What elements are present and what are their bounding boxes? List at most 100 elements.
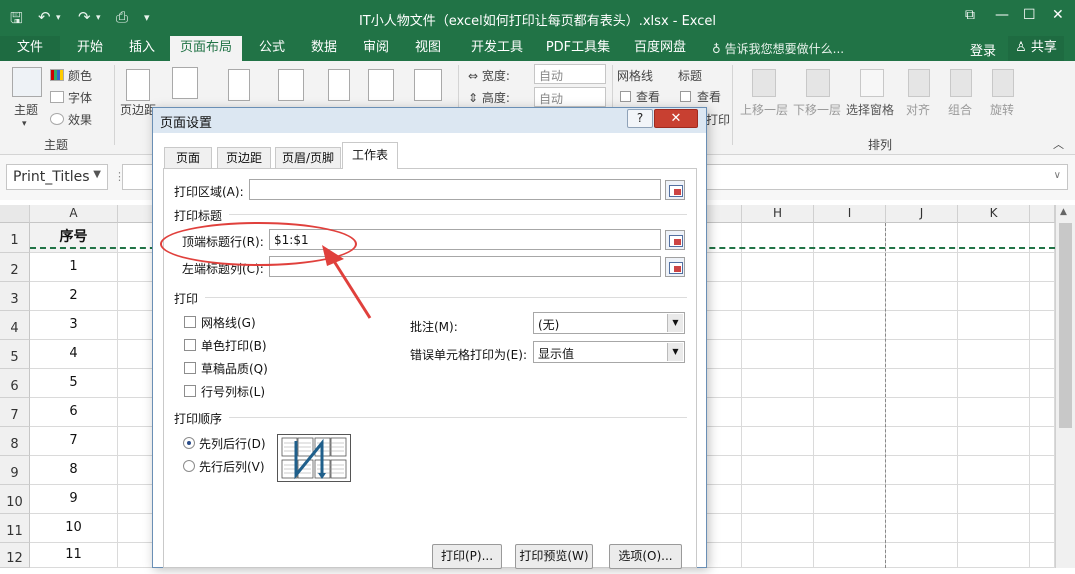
table-cell[interactable] [958, 311, 1030, 340]
share-button[interactable]: ♙ 共享 [1008, 36, 1064, 61]
selection-pane-button[interactable]: 选择窗格 [846, 101, 894, 118]
tab-view[interactable]: 视图 [406, 36, 450, 61]
row-header[interactable]: 8 [0, 427, 30, 456]
table-cell[interactable] [886, 369, 958, 398]
print-preview-button[interactable]: 打印预览(W) [515, 544, 593, 569]
collapse-ribbon-icon[interactable]: ︿ [1053, 136, 1064, 152]
row-header[interactable]: 11 [0, 514, 30, 543]
table-cell[interactable] [958, 543, 1030, 568]
themes-dropdown-icon[interactable]: ▾ [22, 119, 27, 129]
table-cell[interactable] [706, 456, 742, 485]
scroll-up-icon[interactable]: ▲ [1060, 207, 1067, 217]
table-cell[interactable] [706, 311, 742, 340]
print-area-input[interactable] [249, 179, 661, 200]
table-cell[interactable]: 5 [30, 369, 118, 398]
column-header-k[interactable]: K [958, 205, 1030, 223]
row-col-headings-checkbox[interactable] [184, 385, 196, 397]
table-cell[interactable] [742, 456, 814, 485]
table-cell[interactable] [1030, 282, 1055, 311]
bring-forward-button[interactable]: 上移一层 [740, 101, 788, 118]
down-then-over-radio[interactable] [183, 437, 195, 449]
table-cell[interactable] [886, 311, 958, 340]
tab-sheet[interactable]: 工作表 [342, 142, 398, 169]
table-cell[interactable] [886, 340, 958, 369]
align-button[interactable]: 对齐 [906, 101, 930, 118]
chevron-down-icon[interactable]: ▼ [93, 169, 101, 180]
row-header[interactable]: 5 [0, 340, 30, 369]
row-header[interactable]: 12 [0, 543, 30, 568]
table-cell[interactable] [742, 485, 814, 514]
table-cell[interactable] [742, 427, 814, 456]
table-cell[interactable] [814, 485, 886, 514]
table-cell[interactable] [958, 340, 1030, 369]
table-cell[interactable]: 3 [30, 311, 118, 340]
draft-quality-checkbox[interactable] [184, 362, 196, 374]
table-cell[interactable] [1030, 514, 1055, 543]
table-cell[interactable] [742, 340, 814, 369]
tab-data[interactable]: 数据 [302, 36, 346, 61]
table-cell[interactable]: 10 [30, 514, 118, 543]
table-cell[interactable] [706, 253, 742, 282]
selection-pane-icon[interactable] [860, 69, 884, 97]
print-area-icon[interactable] [278, 69, 304, 101]
table-cell[interactable] [706, 514, 742, 543]
table-cell[interactable]: 2 [30, 282, 118, 311]
table-cell[interactable] [706, 340, 742, 369]
table-cell[interactable] [814, 340, 886, 369]
table-cell[interactable] [742, 369, 814, 398]
table-cell[interactable]: 7 [30, 427, 118, 456]
table-cell[interactable] [958, 282, 1030, 311]
table-cell[interactable] [814, 282, 886, 311]
name-box[interactable]: Print_Titles ▼ [6, 164, 108, 190]
tab-baidu-netdisk[interactable]: 百度网盘 [626, 36, 694, 61]
size-icon[interactable] [228, 69, 250, 101]
column-header-g[interactable] [706, 205, 742, 223]
column-header-a[interactable]: A [30, 205, 118, 223]
tell-me-search[interactable]: ♁ 告诉我您想要做什么... [712, 40, 844, 57]
table-cell[interactable] [1030, 543, 1055, 568]
table-cell[interactable] [814, 253, 886, 282]
table-cell[interactable]: 1 [30, 253, 118, 282]
vertical-scrollbar[interactable]: ▲ [1055, 205, 1075, 568]
background-icon[interactable] [368, 69, 394, 101]
table-cell[interactable] [706, 398, 742, 427]
group-icon[interactable] [950, 69, 972, 97]
tab-page[interactable]: 页面 [164, 147, 212, 169]
tab-formulas[interactable]: 公式 [250, 36, 294, 61]
table-cell[interactable] [886, 398, 958, 427]
login-link[interactable]: 登录 [970, 40, 996, 59]
table-cell[interactable] [958, 485, 1030, 514]
chevron-down-icon[interactable]: ▼ [667, 314, 683, 332]
table-cell[interactable] [1030, 398, 1055, 427]
collapse-dialog-icon[interactable] [665, 230, 685, 250]
table-cell[interactable] [814, 543, 886, 568]
table-cell[interactable] [1030, 369, 1055, 398]
table-cell[interactable] [886, 514, 958, 543]
align-icon[interactable] [908, 69, 930, 97]
group-button[interactable]: 组合 [948, 101, 972, 118]
table-cell[interactable]: 6 [30, 398, 118, 427]
send-backward-button[interactable]: 下移一层 [793, 101, 841, 118]
black-white-checkbox[interactable] [184, 339, 196, 351]
table-cell[interactable] [742, 514, 814, 543]
collapse-dialog-icon[interactable] [665, 180, 685, 200]
table-cell[interactable] [706, 282, 742, 311]
restore-icon[interactable]: ☐ [1023, 7, 1036, 23]
table-cell[interactable] [958, 253, 1030, 282]
bring-forward-icon[interactable] [752, 69, 776, 97]
row-header[interactable]: 4 [0, 311, 30, 340]
help-button[interactable]: ? [627, 109, 653, 128]
table-cell[interactable] [886, 427, 958, 456]
themes-icon[interactable] [12, 67, 42, 97]
table-cell[interactable] [814, 398, 886, 427]
table-cell[interactable] [742, 398, 814, 427]
tab-file[interactable]: 文件 [0, 36, 60, 61]
column-header-i[interactable]: I [814, 205, 886, 223]
table-cell[interactable] [886, 543, 958, 568]
margins-button[interactable]: 页边距 [120, 101, 156, 118]
column-header-h[interactable]: H [742, 205, 814, 223]
column-header-l[interactable] [1030, 205, 1055, 223]
tab-developer[interactable]: 开发工具 [462, 36, 532, 61]
table-cell[interactable] [742, 282, 814, 311]
table-cell[interactable] [958, 369, 1030, 398]
